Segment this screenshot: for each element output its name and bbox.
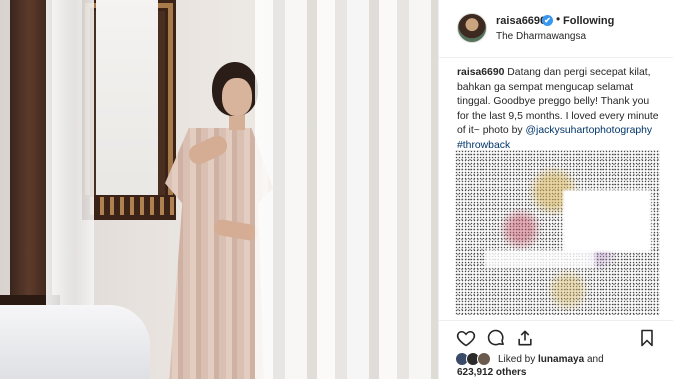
likes-count-link[interactable]: 623,912 others	[457, 367, 527, 378]
liked-by-prefix: Liked by	[498, 354, 536, 365]
post-side-panel: raisa6690 ✔ • Following The Dharmawangsa…	[438, 0, 673, 379]
action-bar	[439, 320, 673, 350]
heart-icon[interactable]	[456, 328, 476, 348]
username-link[interactable]: raisa6690	[496, 15, 546, 27]
obscured-patch-2	[485, 250, 595, 268]
window-glass	[96, 0, 158, 200]
share-icon[interactable]	[515, 328, 535, 348]
likes-section: Liked by lunamaya and 623,912 others	[439, 350, 673, 379]
comments-area-obscured	[455, 150, 660, 315]
sheer-curtain-right	[255, 0, 438, 379]
caption-mention[interactable]: @jackysuhartophotography	[525, 125, 652, 136]
bed	[0, 305, 150, 379]
post-caption: raisa6690 Datang dan pergi secepat kilat…	[457, 66, 662, 153]
first-liker-link[interactable]: lunamaya	[538, 354, 584, 365]
separator-dot: •	[556, 12, 561, 26]
verified-badge-icon: ✔	[542, 15, 553, 26]
caption-hashtag[interactable]: #throwback	[457, 140, 510, 151]
liked-by-line: Liked by lunamaya and	[498, 353, 604, 367]
post-header: raisa6690 ✔ • Following The Dharmawangsa	[439, 0, 673, 58]
post-photo[interactable]	[0, 0, 438, 379]
figure-face	[222, 78, 252, 116]
following-button[interactable]: Following	[563, 15, 614, 27]
caption-username[interactable]: raisa6690	[457, 67, 504, 78]
comment-icon[interactable]	[486, 328, 506, 348]
window-ornament	[82, 195, 176, 217]
avatar[interactable]	[457, 13, 487, 43]
obscured-patch	[563, 190, 651, 252]
liker-avatar[interactable]	[477, 352, 491, 366]
liked-by-conjunction: and	[586, 354, 604, 365]
bookmark-icon[interactable]	[637, 328, 657, 348]
location-link[interactable]: The Dharmawangsa	[496, 31, 586, 42]
